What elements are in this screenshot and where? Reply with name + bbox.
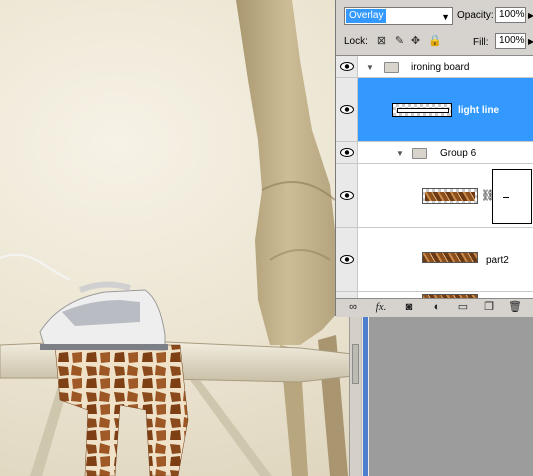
chevron-down-icon: ▼: [441, 12, 450, 22]
visibility-toggle[interactable]: [336, 142, 358, 163]
layer-name: light line: [458, 105, 500, 116]
layer-thumbnail: [422, 188, 478, 204]
opacity-input[interactable]: 100%: [495, 7, 526, 23]
visibility-toggle[interactable]: [336, 56, 358, 77]
layers-list: ▼ ironing board light line ▼ Group 6 ⛓ p…: [336, 55, 533, 299]
scrollbar-thumb[interactable]: [352, 344, 359, 384]
layer-row-light-line[interactable]: light line: [336, 78, 533, 142]
folder-icon: [412, 148, 427, 159]
expand-triangle-icon[interactable]: ▼: [396, 149, 404, 158]
folder-icon: [384, 62, 399, 73]
window-edge: [361, 316, 369, 476]
visibility-toggle[interactable]: [336, 228, 358, 291]
blend-mode-select[interactable]: Overlay ▼: [344, 7, 453, 25]
eye-icon: [340, 191, 354, 200]
layer-row-group-6[interactable]: ▼ Group 6: [336, 142, 533, 164]
lock-position-icon[interactable]: ✥: [410, 36, 421, 47]
layer-row-masked[interactable]: ⛓: [336, 164, 533, 228]
trash-icon[interactable]: 🗑: [508, 301, 522, 314]
layer-row-part2[interactable]: part2: [336, 228, 533, 292]
workspace-background: [368, 316, 533, 476]
layers-panel-footer: ∞ fx. ◙ ◐ ▭ ❐ 🗑: [336, 298, 533, 317]
new-layer-icon[interactable]: ❐: [482, 301, 496, 314]
fill-input[interactable]: 100%: [495, 33, 526, 49]
layer-name: part2: [486, 255, 509, 266]
fx-icon[interactable]: fx.: [374, 301, 388, 314]
eye-icon: [340, 255, 354, 264]
lock-image-pixels-icon[interactable]: ✎: [394, 36, 405, 47]
blend-mode-value: Overlay: [346, 9, 387, 23]
visibility-toggle[interactable]: [336, 164, 358, 227]
layers-panel-toolbar: Overlay ▼ Opacity: 100% ▶: [336, 3, 533, 25]
lock-all-icon[interactable]: 🔒: [428, 36, 442, 47]
opacity-label: Opacity:: [457, 10, 494, 21]
layers-panel: Overlay ▼ Opacity: 100% ▶ Lock: ⊠ ✎ ✥ 🔒 …: [335, 0, 533, 317]
link-icon[interactable]: ∞: [346, 301, 360, 314]
mask-thumbnail[interactable]: [492, 169, 532, 224]
layer-thumbnail: [422, 252, 478, 263]
lock-transparent-pixels-icon[interactable]: ⊠: [376, 36, 387, 47]
layer-thumbnail: [392, 103, 452, 117]
new-group-icon[interactable]: ▭: [456, 301, 470, 314]
mask-icon[interactable]: ◙: [402, 301, 416, 314]
opacity-slider-arrow-icon[interactable]: ▶: [528, 11, 533, 20]
lock-label: Lock:: [344, 36, 368, 47]
visibility-toggle[interactable]: [336, 78, 358, 141]
fill-label: Fill:: [473, 37, 489, 48]
eye-icon: [340, 148, 354, 157]
eye-icon: [340, 62, 354, 71]
fill-slider-arrow-icon[interactable]: ▶: [528, 37, 533, 46]
expand-triangle-icon[interactable]: ▼: [366, 63, 374, 72]
layer-row-ironing-board[interactable]: ▼ ironing board: [336, 56, 533, 78]
adjustment-icon[interactable]: ◐: [430, 301, 444, 314]
layer-name: Group 6: [440, 148, 477, 159]
eye-icon: [340, 105, 354, 114]
layer-name: ironing board: [411, 62, 470, 73]
window-edge-highlight: [363, 316, 368, 476]
